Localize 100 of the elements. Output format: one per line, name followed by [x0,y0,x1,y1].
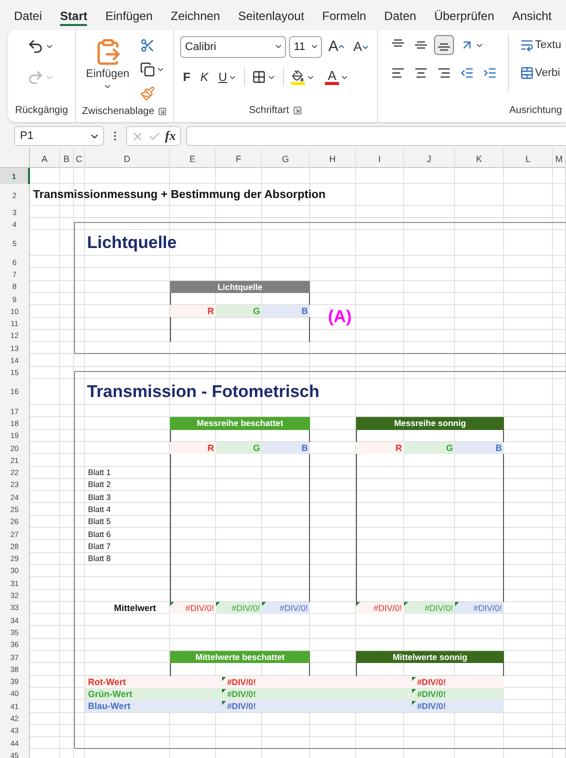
paste-button[interactable]: Einfügen [82,35,134,104]
row-label: Blatt 5 [87,516,112,528]
outdent-icon [460,66,474,80]
down-caret-icon [363,44,368,48]
paintbrush-icon [140,86,156,101]
grid-icon [252,70,266,84]
cell-value: #DIV/0! [280,602,308,613]
group-label: Ausrichtung [509,104,562,116]
wrap-text-icon [520,38,534,52]
align-right-icon [437,66,451,80]
copy-icon [140,62,156,77]
color-bar-icon [325,82,340,85]
caret-icon [103,82,112,91]
row-label: Blatt 7 [87,540,112,553]
row-label: Grün-Wert [85,688,170,700]
shrink-font-button[interactable]: A [350,36,371,57]
column-header[interactable]: D [85,148,170,168]
font-name-dropdown[interactable]: Calibri [180,36,286,58]
column-header[interactable]: C [74,148,85,168]
dialog-launcher-icon[interactable] [158,106,167,116]
cell-value: #DIV/0! [227,676,256,687]
formula-input[interactable] [186,126,566,146]
caret-icon [310,42,320,51]
cell-value: #DIV/0! [417,701,446,712]
redo-icon [27,69,44,86]
merge-cells-icon [520,66,534,80]
column-header[interactable]: G [262,148,310,168]
undo-icon [27,38,44,55]
check-icon[interactable] [148,130,161,142]
caret-icon [274,42,283,51]
insert-function-button[interactable]: fx [165,128,176,144]
group-label: Rückgängig [15,104,68,116]
row-label: Rot-Wert [85,676,170,688]
group-label: Schriftart [248,104,289,116]
menu-tab[interactable]: Zeichnen [170,4,220,26]
name-box[interactable]: P1 [14,126,104,146]
channel-label: G [216,305,262,318]
underline-button[interactable]: U [215,67,240,87]
align-center-icon [414,66,428,80]
sheet-title: Transmissionmessung + Bestimmung der Absorption [32,188,327,203]
caret-icon [156,65,166,74]
italic-button[interactable]: K [197,67,212,87]
bold-button[interactable]: F [180,67,194,87]
cell-value: #DIV/0! [417,688,446,699]
menu-tab[interactable]: Datei [14,4,42,26]
up-caret-icon [339,44,344,48]
cell-value: #DIV/0! [474,602,502,613]
menu-tab[interactable]: Start [60,4,88,26]
column-header[interactable]: H [310,148,356,168]
wrap-text-button[interactable]: Textu [517,35,564,55]
row-label: Blatt 4 [87,504,112,516]
cell-value: #DIV/0! [232,602,260,613]
caret-icon [45,42,54,51]
font-size-dropdown[interactable]: 11 [288,36,322,58]
channel-label: B [262,442,310,454]
row-label: Blau-Wert [85,700,170,712]
column-header[interactable]: K [455,148,504,168]
table-header: Messreihe beschattet [170,417,310,430]
channel-label: G [216,442,262,454]
channel-label: B [455,442,504,454]
scissors-icon [140,38,156,53]
menu-tab[interactable]: Formeln [322,4,366,26]
column-header[interactable]: B [60,148,74,168]
menu-tab[interactable]: Daten [384,4,416,26]
caret-icon [45,73,54,82]
menu-tab[interactable]: Seitenlayout [238,4,304,26]
channel-label: G [404,442,455,454]
column-header[interactable]: I [356,148,404,168]
grow-font-button[interactable]: A [325,35,348,58]
cell-value: #DIV/0! [417,676,446,687]
dialog-launcher-icon[interactable] [293,106,302,114]
column-header[interactable]: F [216,148,262,168]
menu-tab[interactable]: Überprüfen [434,4,494,26]
column-header[interactable]: E [170,148,216,168]
column-header[interactable]: J [404,148,455,168]
indent-icon [483,66,497,80]
cell-value: #DIV/0! [227,701,256,712]
table-header: Lichtquelle [170,280,310,293]
cell-value: #DIV/0! [186,602,214,613]
merge-button[interactable]: Verbi [517,63,564,83]
column-header[interactable]: L [504,148,553,168]
align-left-icon [391,66,405,80]
menu-tab[interactable]: Ansicht [512,4,552,26]
table-header: Mittelwerte beschattet [170,650,310,664]
group-label: Zwischenablage [82,106,154,116]
section-heading: Lichtquelle [86,232,178,254]
channel-label: R [170,442,216,454]
section-heading: Transmission - Fotometrisch [86,380,320,403]
marker-label: (A) [327,306,353,328]
cell-value: #DIV/0! [374,602,402,613]
font-color-button[interactable]: A [322,66,352,88]
vertical-align-button[interactable] [434,35,454,55]
row-label: Blatt 6 [87,528,112,540]
paint-bucket-icon [291,70,306,84]
menu-tab[interactable]: Einfügen [105,4,153,26]
row-label: Blatt 8 [87,553,112,565]
channel-label: R [170,305,216,318]
column-header[interactable]: A [30,148,60,168]
column-header[interactable]: M [553,148,566,168]
cell-value: #DIV/0! [227,688,256,699]
